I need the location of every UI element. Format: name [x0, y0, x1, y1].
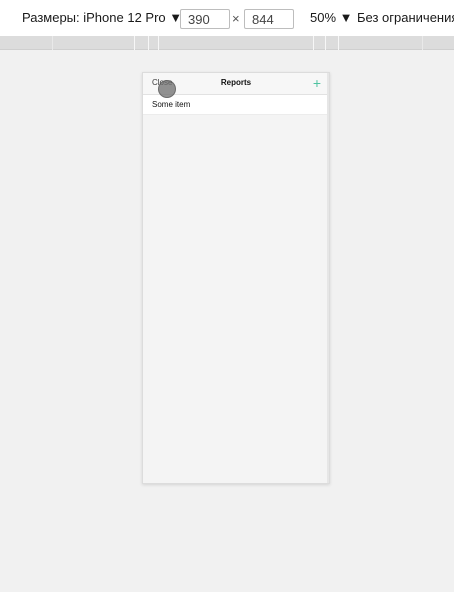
ruler-tick	[338, 36, 339, 50]
ruler-tick	[325, 36, 326, 50]
zoom-select[interactable]: 50% ▼	[310, 10, 353, 25]
ruler-tick	[313, 36, 314, 50]
ruler-tick	[134, 36, 135, 50]
touch-cursor-icon	[158, 80, 176, 98]
height-input[interactable]	[244, 9, 294, 29]
ruler-tick	[148, 36, 149, 50]
media-query-ruler[interactable]	[0, 36, 454, 50]
add-button[interactable]: +	[313, 73, 321, 93]
ruler-tick	[52, 36, 53, 50]
device-toolbar: Размеры: iPhone 12 Pro ▼ × 50% ▼ Без огр…	[0, 0, 454, 36]
device-dimensions-select[interactable]: Размеры: iPhone 12 Pro ▼	[22, 10, 182, 25]
ruler-tick	[158, 36, 159, 50]
width-input[interactable]	[180, 9, 230, 29]
device-screen: Close Reports + Some item	[142, 72, 330, 484]
scroll-edge	[327, 73, 329, 483]
list-item[interactable]: Some item	[143, 95, 329, 115]
times-sign: ×	[232, 11, 240, 26]
throttle-select[interactable]: Без ограничения	[357, 10, 454, 25]
ruler-tick	[422, 36, 423, 50]
